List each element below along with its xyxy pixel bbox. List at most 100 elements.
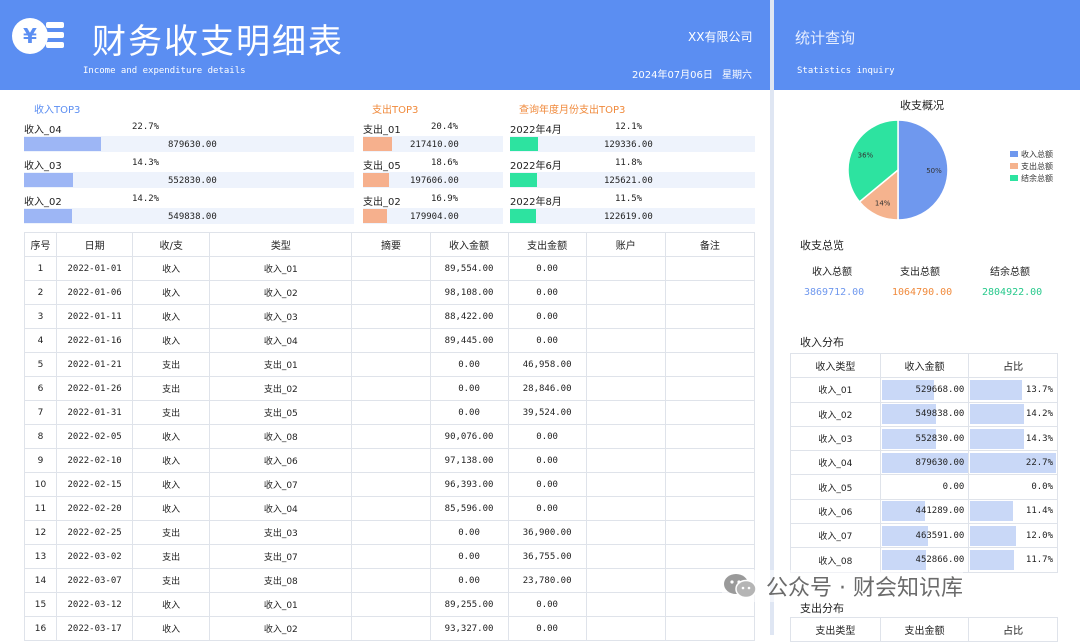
income-top-item-amount: 552830.00 bbox=[168, 176, 217, 186]
table-row[interactable]: 9 2022-02-10 收入 收入_06 97,138.00 0.00 bbox=[23, 448, 756, 473]
table-row[interactable]: 16 2022-03-17 收入 收入_02 93,327.00 0.00 bbox=[23, 616, 756, 641]
expense-top3-title: 支出TOP3 bbox=[372, 105, 419, 116]
table-cell bbox=[585, 424, 666, 449]
expense-dist-header[interactable]: 占比 bbox=[968, 617, 1058, 642]
income-pct-bar bbox=[970, 550, 1015, 571]
table-cell: 36,900.00 bbox=[507, 520, 587, 545]
page-subtitle: Income and expenditure details bbox=[83, 66, 246, 76]
table-row[interactable]: 收入_04 879630.00 22.7% bbox=[790, 450, 1058, 476]
income-pct-bar bbox=[970, 428, 1025, 449]
income-amount-cell: 549838.00 bbox=[879, 401, 970, 427]
total-label: 支出总额 bbox=[900, 267, 940, 278]
table-cell: 收入 bbox=[132, 496, 211, 521]
table-cell: 0.00 bbox=[429, 544, 509, 569]
table-row[interactable]: 收入_02 549838.00 14.2% bbox=[790, 401, 1058, 427]
income-pct-value: 0.0% bbox=[1031, 482, 1053, 493]
table-row[interactable]: 15 2022-03-12 收入 收入_01 89,255.00 0.00 bbox=[23, 592, 756, 617]
table-cell: 收入 bbox=[132, 256, 211, 281]
table-row[interactable]: 8 2022-02-05 收入 收入_08 90,076.00 0.00 bbox=[23, 424, 756, 449]
income-type-cell: 收入_05 bbox=[790, 474, 881, 500]
table-row[interactable]: 1 2022-01-01 收入 收入_01 89,554.00 0.00 bbox=[23, 256, 756, 281]
table-cell bbox=[664, 616, 756, 641]
table-cell: 收入 bbox=[132, 424, 211, 449]
income-top-item-amount: 879630.00 bbox=[168, 140, 217, 150]
table-cell: 2022-02-20 bbox=[56, 496, 134, 521]
table-cell bbox=[664, 352, 756, 377]
table-row[interactable]: 收入_03 552830.00 14.3% bbox=[790, 425, 1058, 452]
month-top-item-amount: 129336.00 bbox=[604, 140, 653, 150]
table-cell bbox=[664, 520, 756, 545]
overview-title: 收支概况 bbox=[900, 99, 944, 112]
table-cell bbox=[664, 472, 756, 497]
table-cell: 3 bbox=[23, 304, 58, 329]
table-cell bbox=[585, 376, 666, 401]
table-row[interactable]: 收入_08 452866.00 11.7% bbox=[790, 547, 1058, 573]
total-value: 3869712.00 bbox=[804, 287, 865, 298]
table-cell: 支出 bbox=[132, 520, 211, 545]
table-row[interactable]: 7 2022-01-31 支出 支出_05 0.00 39,524.00 bbox=[23, 400, 756, 425]
detail-table-header[interactable]: 支出金额 bbox=[507, 232, 587, 257]
table-cell: 36,755.00 bbox=[507, 544, 587, 569]
table-row[interactable]: 6 2022-01-26 支出 支出_02 0.00 28,846.00 bbox=[23, 376, 756, 401]
total-label: 结余总额 bbox=[990, 267, 1030, 278]
table-cell bbox=[351, 616, 431, 641]
total-value: 2804922.00 bbox=[982, 287, 1043, 298]
detail-table-header[interactable]: 收入金额 bbox=[429, 232, 509, 257]
table-row[interactable]: 5 2022-01-21 支出 支出_01 0.00 46,958.00 bbox=[23, 352, 756, 377]
income-dist-header[interactable]: 收入类型 bbox=[790, 352, 881, 379]
table-cell: 收入_02 bbox=[209, 280, 353, 305]
income-amount-cell: 529668.00 bbox=[879, 377, 970, 403]
side-subtitle: Statistics inquiry bbox=[797, 66, 895, 76]
income-amount-value: 552830.00 bbox=[915, 433, 965, 444]
table-cell: 支出 bbox=[132, 400, 211, 425]
pie-legend: 收入总额 支出总额 结余总额 bbox=[1010, 148, 1053, 184]
table-cell: 2022-01-26 bbox=[56, 376, 134, 401]
table-cell bbox=[585, 592, 666, 617]
table-cell: 收入_01 bbox=[209, 592, 353, 617]
table-row[interactable]: 4 2022-01-16 收入 收入_04 89,445.00 0.00 bbox=[23, 328, 756, 353]
table-cell: 2 bbox=[23, 280, 58, 305]
expense-dist-header[interactable]: 支出金额 bbox=[879, 617, 970, 642]
table-cell: 2022-02-05 bbox=[56, 424, 134, 449]
table-cell: 0.00 bbox=[429, 400, 509, 425]
table-cell: 收入 bbox=[132, 448, 211, 473]
table-cell: 0.00 bbox=[507, 592, 587, 617]
detail-table-header[interactable]: 摘要 bbox=[351, 232, 431, 257]
table-row[interactable]: 3 2022-01-11 收入 收入_03 88,422.00 0.00 bbox=[23, 304, 756, 329]
total-label: 收入总额 bbox=[812, 267, 852, 278]
income-pct-cell: 11.7% bbox=[968, 547, 1058, 573]
table-row[interactable]: 收入_01 529668.00 13.7% bbox=[790, 377, 1058, 403]
table-row[interactable]: 13 2022-03-02 支出 支出_07 0.00 36,755.00 bbox=[23, 544, 756, 569]
legend-item: 支出总额 bbox=[1010, 160, 1053, 172]
table-cell: 0.00 bbox=[429, 352, 509, 377]
table-row[interactable]: 10 2022-02-15 收入 收入_07 96,393.00 0.00 bbox=[23, 472, 756, 497]
table-cell bbox=[664, 328, 756, 353]
table-cell bbox=[351, 352, 431, 377]
table-cell bbox=[664, 256, 756, 281]
table-row[interactable]: 12 2022-02-25 支出 支出_03 0.00 36,900.00 bbox=[23, 520, 756, 545]
table-row[interactable]: 收入_07 463591.00 12.0% bbox=[790, 523, 1058, 549]
detail-table-header[interactable]: 收/支 bbox=[132, 232, 211, 257]
table-row[interactable]: 11 2022-02-20 收入 收入_04 85,596.00 0.00 bbox=[23, 496, 756, 521]
table-row[interactable]: 收入_05 0.00 0.0% bbox=[790, 474, 1058, 500]
table-cell: 11 bbox=[23, 496, 58, 521]
table-row[interactable]: 14 2022-03-07 支出 支出_08 0.00 23,780.00 bbox=[23, 568, 756, 593]
income-pct-value: 12.0% bbox=[1025, 530, 1053, 541]
table-cell: 支出 bbox=[132, 352, 211, 377]
detail-table-header[interactable]: 类型 bbox=[209, 232, 353, 257]
income-dist-header[interactable]: 收入金额 bbox=[879, 352, 970, 379]
expense-dist-header[interactable]: 支出类型 bbox=[790, 617, 881, 642]
detail-table-header[interactable]: 日期 bbox=[56, 232, 134, 257]
detail-table-header[interactable]: 备注 bbox=[664, 232, 756, 257]
logo-bars-icon bbox=[46, 22, 64, 52]
table-cell: 9 bbox=[23, 448, 58, 473]
expense-top-item-amount: 179904.00 bbox=[410, 212, 459, 222]
table-cell: 收入_04 bbox=[209, 496, 353, 521]
detail-table-header[interactable]: 序号 bbox=[23, 232, 58, 257]
income-dist-header[interactable]: 占比 bbox=[968, 352, 1058, 379]
table-cell bbox=[351, 592, 431, 617]
detail-table-header[interactable]: 账户 bbox=[585, 232, 666, 257]
table-row[interactable]: 2 2022-01-06 收入 收入_02 98,108.00 0.00 bbox=[23, 280, 756, 305]
table-row[interactable]: 收入_06 441289.00 11.4% bbox=[790, 498, 1058, 525]
table-cell bbox=[585, 280, 666, 305]
